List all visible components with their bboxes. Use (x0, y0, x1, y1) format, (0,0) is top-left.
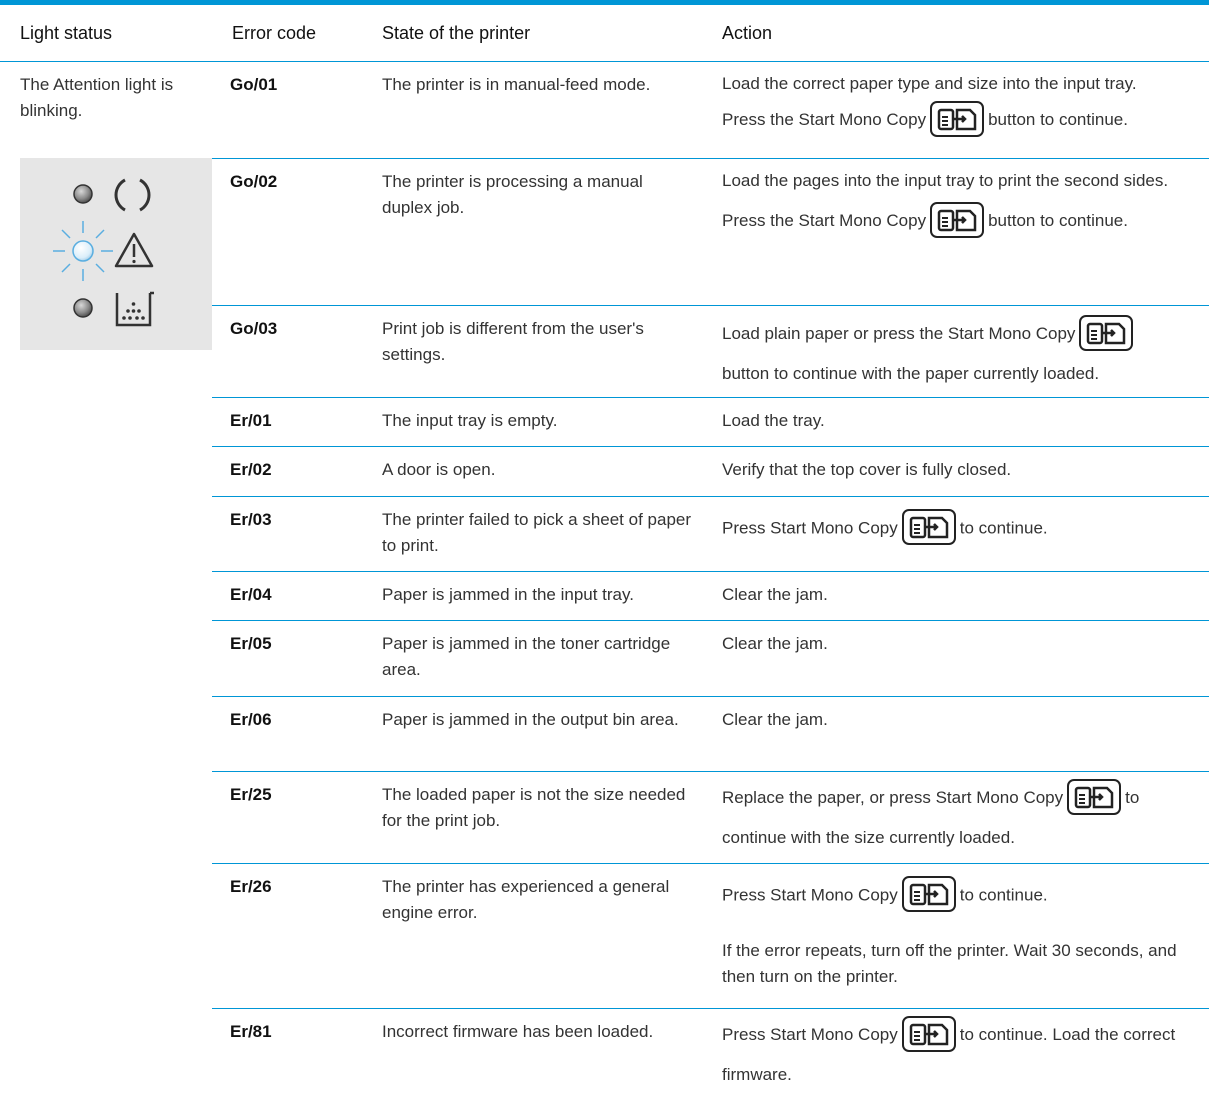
action-text: Press Start Mono Copy (722, 1025, 898, 1044)
start-mono-copy-icon (901, 876, 956, 912)
action-cell: Press Start Mono Copy to continue. (702, 864, 1209, 934)
action-cell: Load the pages into the input tray to pr… (702, 158, 1209, 306)
control-panel-icons (53, 178, 154, 327)
control-panel-lights (20, 158, 212, 350)
state-cell: The loaded paper is not the size needed … (362, 771, 702, 864)
start-mono-copy-icon (901, 509, 956, 545)
error-code-table-page: Light status Error code State of the pri… (0, 5, 1209, 1095)
action-text: Replace the paper, or press Start Mono C… (722, 788, 1064, 807)
state-cell: A door is open. (362, 446, 702, 497)
header-state: State of the printer (362, 5, 702, 62)
start-mono-copy-icon (1067, 778, 1122, 815)
error-code-cell: Er/25 (212, 771, 362, 864)
error-code-cell: Er/04 (212, 571, 362, 621)
error-code-cell: Er/02 (212, 446, 362, 497)
error-code-cell: Er/81 (230, 1022, 272, 1041)
action-cell: Verify that the top cover is fully close… (702, 446, 1209, 497)
state-cell: The printer is processing a manual duple… (362, 158, 702, 306)
action-cell: Replace the paper, or press Start Mono C… (702, 771, 1209, 864)
start-mono-copy-icon (930, 100, 985, 137)
action-text: Press Start Mono Copy (722, 885, 898, 905)
action-text: button to continue. (988, 110, 1128, 129)
toner-cartridge-icon (115, 291, 154, 327)
error-code-cell: Go/02 (212, 158, 362, 306)
action-cell: Clear the jam. (702, 571, 1209, 621)
light-status-text: The Attention light is blinking. (20, 75, 174, 120)
state-cell: Incorrect firmware has been loaded. (382, 1022, 654, 1041)
action-cell: Press Start Mono Copy to continue. (702, 496, 1209, 572)
state-cell: Print job is different from the user's s… (362, 305, 702, 398)
power-icon (114, 178, 151, 212)
header-light-status: Light status (0, 5, 212, 62)
state-cell: Paper is jammed in the toner cartridge a… (362, 620, 702, 697)
attention-warning-icon (114, 232, 154, 268)
error-code-cell: Go/01 (212, 61, 362, 159)
action-cell: Load the correct paper type and size int… (702, 61, 1209, 159)
state-cell: Paper is jammed in the input tray. (362, 571, 702, 621)
state-cell: Paper is jammed in the output bin area. (362, 696, 702, 772)
error-code-cell: Er/06 (212, 696, 362, 772)
light-status-cell: The Attention light is blinking. (0, 62, 212, 1096)
action-text: button to continue. (988, 211, 1128, 230)
led-blinking-icon (53, 221, 113, 281)
action-text: button to continue with the paper curren… (722, 364, 1100, 383)
state-cell: The input tray is empty. (362, 397, 702, 447)
action-text: Load plain paper or press the Start Mono… (722, 324, 1076, 343)
state-cell: The printer is in manual-feed mode. (362, 61, 702, 159)
start-mono-copy-icon (901, 1015, 956, 1052)
start-mono-copy-icon (930, 201, 985, 238)
table-header-row: Light status Error code State of the pri… (0, 5, 1209, 62)
action-text: to continue. (959, 518, 1048, 538)
action-cell: Press Start Mono Copy to continue. Load t… (702, 1009, 1209, 1096)
error-code-table: Light status Error code State of the pri… (0, 5, 1209, 1095)
action-cell: If the error repeats, turn off the print… (702, 933, 1209, 1009)
error-code-cell: Er/05 (212, 620, 362, 697)
action-text: to continue. (959, 885, 1048, 905)
action-cell: Load plain paper or press the Start Mono… (702, 305, 1209, 398)
state-cell: The printer has experienced a general en… (362, 863, 702, 1009)
error-code-cell: Er/01 (212, 397, 362, 447)
table-row: The Attention light is blinking. Go/01 T… (0, 61, 1209, 350)
error-code-cell: Er/03 (212, 496, 362, 572)
error-code-cell: Go/03 (212, 305, 362, 398)
led-off-icon (73, 184, 93, 204)
action-cell: Clear the jam. (702, 696, 1209, 772)
action-cell: Clear the jam. (702, 620, 1209, 697)
action-text: Load the correct paper type and size int… (722, 74, 1137, 93)
header-error-code: Error code (212, 5, 362, 62)
led-off-icon (73, 298, 93, 318)
error-code-cell: Er/26 (212, 863, 362, 1009)
action-cell: Load the tray. (702, 397, 1209, 447)
header-action: Action (702, 5, 1209, 62)
action-text: Press Start Mono Copy (722, 518, 898, 538)
start-mono-copy-icon (1079, 314, 1134, 351)
state-cell: The printer failed to pick a sheet of pa… (362, 496, 702, 572)
action-text: Press the Start Mono Copy (722, 110, 927, 129)
